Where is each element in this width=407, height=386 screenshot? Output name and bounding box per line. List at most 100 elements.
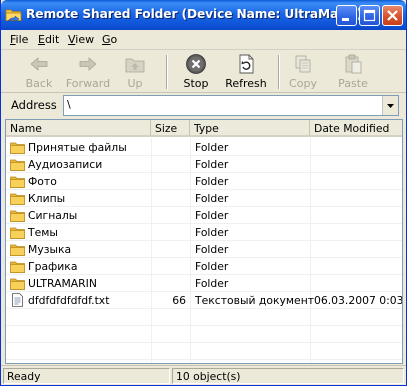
file-name: Графика — [28, 260, 78, 273]
copy-button[interactable]: Copy — [289, 53, 317, 91]
text-file-icon — [12, 293, 23, 307]
chevron-down-icon — [387, 104, 394, 108]
refresh-icon — [239, 54, 254, 74]
table-row[interactable]: Фото Folder — [6, 173, 402, 190]
forward-label: Forward — [65, 77, 111, 90]
menu-edit-label: dit — [44, 33, 60, 46]
toolbar: Back Forward Up Stop Refresh Copy Paste — [1, 51, 406, 93]
file-name: Музыка — [28, 243, 72, 256]
menu-go[interactable]: Go — [102, 33, 117, 46]
table-row[interactable]: Принятые файлы Folder — [6, 139, 402, 156]
file-type: Folder — [195, 192, 229, 205]
file-name: Темы — [28, 226, 58, 239]
file-type: Folder — [195, 141, 229, 154]
maximize-icon — [363, 9, 376, 22]
row-gridline — [6, 342, 402, 343]
file-size: 66 — [172, 294, 186, 307]
window-title: Remote Shared Folder (Device Name: Ultra… — [26, 7, 363, 21]
minimize-button[interactable] — [336, 5, 357, 26]
toolbar-separator — [166, 55, 168, 89]
up-button[interactable]: Up — [123, 53, 147, 91]
address-dropdown-button[interactable] — [382, 96, 398, 115]
table-row[interactable]: Аудиозаписи Folder — [6, 156, 402, 173]
table-row[interactable]: Клипы Folder — [6, 190, 402, 207]
menu-go-label: o — [110, 33, 118, 46]
menu-go-mnemonic: G — [102, 33, 111, 46]
file-type: Folder — [195, 226, 229, 239]
object-count: 10 object(s) — [172, 368, 404, 384]
folder-icon — [10, 193, 25, 205]
folder-up-icon — [125, 58, 145, 73]
forward-arrow-icon — [79, 57, 97, 71]
menu-view-label: iew — [75, 33, 95, 46]
file-type: Folder — [195, 175, 229, 188]
menu-edit-mnemonic: E — [38, 33, 45, 46]
folder-icon — [10, 244, 25, 256]
forward-button[interactable]: Forward — [65, 53, 111, 91]
minimize-icon — [342, 18, 349, 21]
address-input[interactable]: \ — [63, 95, 399, 116]
file-name: dfdfdfdfdfdf.txt — [28, 294, 110, 307]
close-icon — [387, 10, 398, 21]
title-bar[interactable]: Remote Shared Folder (Device Name: Ultra… — [1, 0, 406, 30]
shared-folder-icon — [5, 9, 22, 22]
refresh-button[interactable]: Refresh — [225, 53, 267, 91]
folder-icon — [10, 227, 25, 239]
file-modified: 06.03.2007 0:03 — [314, 294, 403, 307]
table-row[interactable]: Музыка Folder — [6, 241, 402, 258]
stop-icon — [186, 54, 206, 74]
toolbar-separator — [278, 55, 280, 89]
folder-icon — [10, 176, 25, 188]
app-window: Remote Shared Folder (Device Name: Ultra… — [0, 0, 407, 386]
table-row[interactable]: Темы Folder — [6, 224, 402, 241]
file-list[interactable]: Name Size Type Date Modified Принятые фа… — [5, 119, 403, 364]
maximize-button[interactable] — [359, 5, 380, 26]
copy-icon — [295, 55, 311, 73]
menu-view[interactable]: View — [68, 33, 94, 46]
file-type: Folder — [195, 158, 229, 171]
address-label: Address — [11, 98, 57, 112]
file-name: Сигналы — [28, 209, 78, 222]
table-row[interactable]: Сигналы Folder — [6, 207, 402, 224]
file-type: Folder — [195, 243, 229, 256]
table-row[interactable]: Графика Folder — [6, 258, 402, 275]
file-name: Аудиозаписи — [28, 158, 103, 171]
paste-icon — [345, 54, 362, 74]
paste-label: Paste — [338, 77, 368, 90]
row-gridline — [6, 359, 402, 360]
column-header-type[interactable]: Type — [190, 120, 310, 137]
paste-button[interactable]: Paste — [337, 53, 369, 91]
stop-label: Stop — [183, 77, 209, 90]
back-arrow-icon — [30, 57, 48, 71]
file-type: Folder — [195, 260, 229, 273]
column-header-modified[interactable]: Date Modified — [310, 120, 402, 137]
up-label: Up — [127, 77, 143, 90]
back-label: Back — [25, 77, 53, 90]
address-value: \ — [67, 98, 71, 111]
file-type: Текстовый документ — [195, 294, 315, 307]
refresh-label: Refresh — [225, 77, 267, 90]
file-name: Принятые файлы — [28, 141, 127, 154]
table-row[interactable]: dfdfdfdfdfdf.txt 66 Текстовый документ 06.0… — [6, 292, 403, 309]
folder-icon — [10, 261, 25, 273]
column-header-size[interactable]: Size — [151, 120, 190, 137]
copy-label: Copy — [289, 77, 317, 90]
back-button[interactable]: Back — [23, 53, 55, 91]
menu-bar: File Edit View Go — [1, 30, 406, 50]
file-name: Клипы — [28, 192, 66, 205]
menu-edit[interactable]: Edit — [38, 33, 59, 46]
status-text: Ready — [3, 368, 170, 384]
file-type: Folder — [195, 277, 229, 290]
table-row[interactable]: ULTRAMARIN Folder — [6, 275, 402, 292]
folder-icon — [10, 159, 25, 171]
column-header-name[interactable]: Name — [6, 120, 151, 137]
menu-file-label: ile — [15, 33, 29, 46]
file-type: Folder — [195, 209, 229, 222]
close-button[interactable] — [382, 5, 403, 26]
folder-icon — [10, 210, 25, 222]
folder-icon — [10, 142, 25, 154]
menu-file[interactable]: File — [10, 33, 28, 46]
stop-button[interactable]: Stop — [181, 53, 211, 91]
status-bar: Ready 10 object(s) — [1, 365, 406, 385]
address-bar: Address \ — [1, 94, 406, 117]
